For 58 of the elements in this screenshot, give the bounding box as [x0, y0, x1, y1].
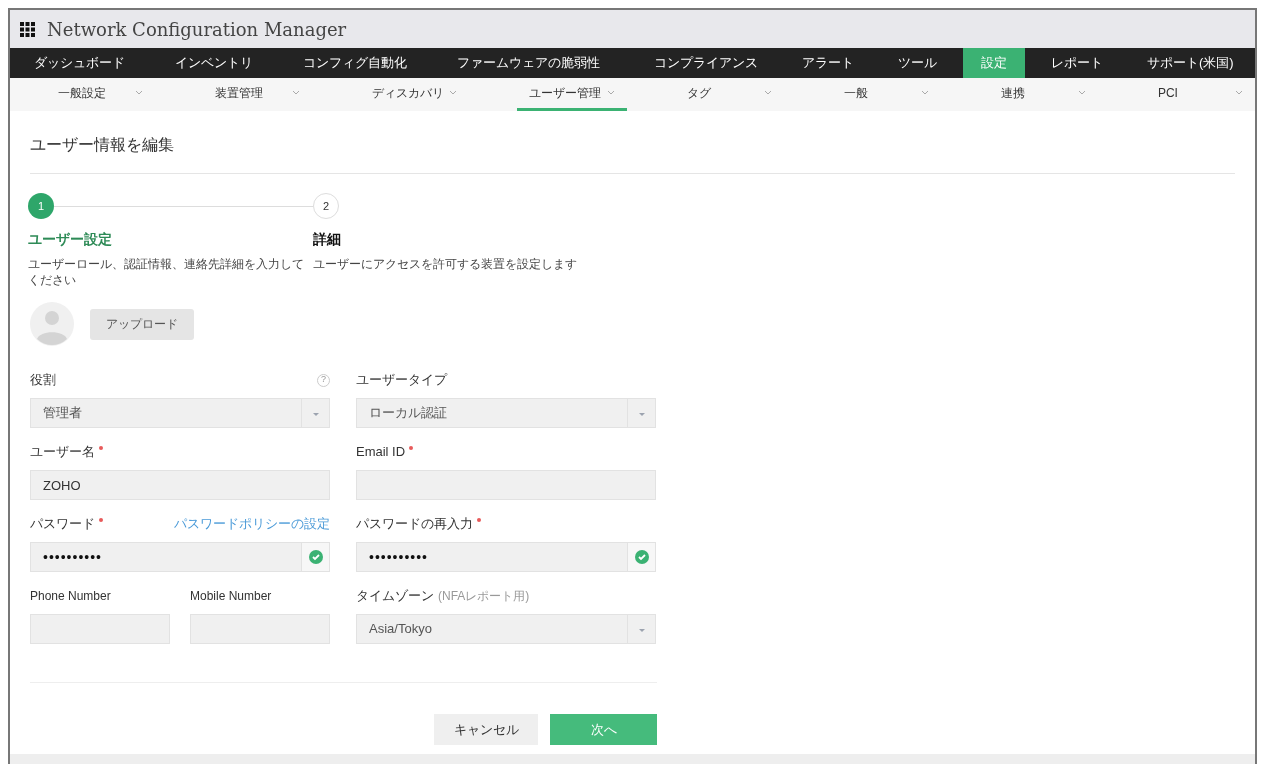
page-heading: ユーザー情報を編集	[30, 111, 1235, 174]
field-label: Mobile Number	[190, 588, 272, 605]
nav-tab[interactable]: サポート(米国)	[1129, 48, 1252, 78]
avatar-icon	[30, 302, 74, 346]
input-field[interactable]	[30, 614, 170, 644]
field-label: Email ID	[356, 443, 406, 462]
nav-tab[interactable]: アラート	[784, 48, 872, 78]
chevron-icon	[1077, 90, 1086, 96]
check-icon	[634, 550, 649, 564]
chevron-icon	[449, 90, 458, 96]
step-title: ユーザー設定	[28, 230, 113, 249]
sub-nav-tab[interactable]: 装置管理	[203, 78, 313, 111]
nav-tab[interactable]: インベントリ	[157, 48, 271, 78]
check-icon	[308, 550, 323, 564]
app-title: Network Configuration Manager	[47, 17, 347, 42]
input-field[interactable]	[190, 614, 330, 644]
sub-nav-tab[interactable]: PCI	[1145, 78, 1255, 111]
select-field[interactable]: ローカル認証	[356, 398, 656, 428]
chevron-icon	[135, 90, 144, 96]
cancel-button[interactable]: キャンセル	[434, 714, 538, 745]
step-number: 2	[313, 193, 339, 219]
field-hint: (NFAレポート用)	[438, 588, 530, 606]
nav-tab[interactable]: レポート	[1033, 48, 1121, 78]
chevron-icon	[920, 90, 929, 96]
nav-tab[interactable]: ファームウェアの脆弱性	[439, 48, 618, 78]
field-label: 役割	[30, 371, 56, 390]
chevron-icon	[763, 90, 772, 96]
sub-nav-tab[interactable]: 連携	[988, 78, 1098, 111]
field-label: タイムゾーン	[356, 587, 434, 606]
upload-button[interactable]: アップロード	[90, 308, 194, 340]
nav-tab[interactable]: コンフィグ自動化	[285, 48, 425, 78]
password-field[interactable]: ••••••••••	[30, 542, 330, 572]
step-number: 1	[28, 193, 54, 219]
field-label: ユーザー名	[30, 443, 95, 462]
sub-nav-tab[interactable]: 一般設定	[46, 78, 156, 111]
nav-tab[interactable]: ツール	[880, 48, 955, 78]
step-title: 詳細	[313, 230, 342, 249]
step-description: ユーザーロール、認証情報、連絡先詳細を入力してください	[28, 256, 305, 288]
sub-nav-tab[interactable]: タグ	[674, 78, 784, 111]
nav-tab[interactable]: ダッシュボード	[16, 48, 143, 78]
input-field[interactable]	[356, 470, 656, 500]
step-description: ユーザーにアクセスを許可する装置を設定します	[313, 256, 578, 272]
field-label: ユーザータイプ	[356, 371, 447, 390]
field-label: Phone Number	[30, 588, 111, 605]
nav-tab[interactable]: コンプライアンス	[636, 48, 776, 78]
input-field[interactable]: ZOHO	[30, 470, 330, 500]
select-field[interactable]: Asia/Tokyo	[356, 614, 656, 644]
sub-nav-tab[interactable]: ユーザー管理	[517, 78, 627, 111]
select-field[interactable]: 管理者	[30, 398, 330, 428]
sub-nav-tab[interactable]: ディスカバリ	[360, 78, 470, 111]
chevron-icon	[606, 90, 615, 96]
chevron-icon	[292, 90, 301, 96]
app-grid-icon[interactable]	[20, 21, 35, 37]
chevron-icon	[1235, 90, 1243, 96]
sub-nav-tab[interactable]: 一般	[831, 78, 941, 111]
field-label: パスワード	[30, 515, 95, 534]
password-field[interactable]: ••••••••••	[356, 542, 656, 572]
field-label: パスワードの再入力	[356, 515, 473, 534]
